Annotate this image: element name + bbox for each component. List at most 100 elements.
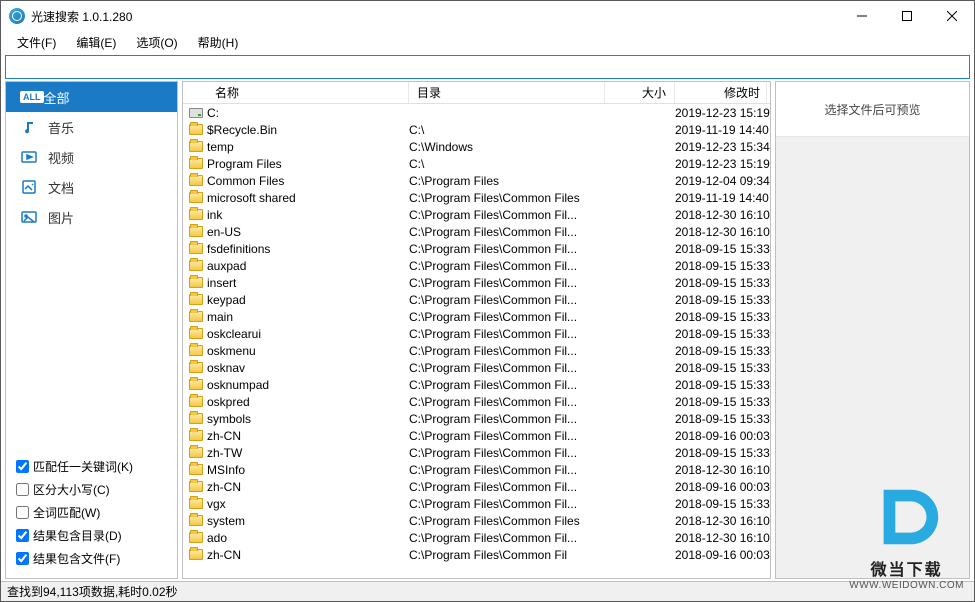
drive-icon — [189, 108, 203, 118]
search-row — [5, 55, 970, 79]
folder-icon — [189, 413, 203, 424]
folder-icon — [189, 481, 203, 492]
file-mtime: 2018-12-30 16:10: — [675, 208, 767, 222]
file-row[interactable]: Common FilesC:\Program Files2019-12-04 0… — [183, 172, 770, 189]
checkbox-whole[interactable] — [16, 506, 29, 519]
col-dir[interactable]: 目录 — [409, 82, 605, 103]
file-dir: C:\Program Files\Common Fil... — [409, 327, 605, 341]
file-row[interactable]: $Recycle.BinC:\2019-11-19 14:40: — [183, 121, 770, 138]
close-button[interactable] — [929, 1, 974, 31]
file-row[interactable]: vgxC:\Program Files\Common Fil...2018-09… — [183, 495, 770, 512]
app-icon — [9, 8, 25, 24]
file-row[interactable]: en-USC:\Program Files\Common Fil...2018-… — [183, 223, 770, 240]
file-dir: C:\Program Files\Common Fil... — [409, 310, 605, 324]
folder-icon — [189, 498, 203, 509]
file-row[interactable]: osknumpadC:\Program Files\Common Fil...2… — [183, 376, 770, 393]
col-name[interactable]: 名称 — [207, 82, 409, 103]
file-row[interactable]: Program FilesC:\2019-12-23 15:19: — [183, 155, 770, 172]
category-music[interactable]: 音乐 — [6, 112, 177, 142]
minimize-button[interactable] — [839, 1, 884, 31]
file-dir: C:\Windows — [409, 140, 605, 154]
category-doc[interactable]: 文档 — [6, 172, 177, 202]
file-row[interactable]: insertC:\Program Files\Common Fil...2018… — [183, 274, 770, 291]
folder-icon — [189, 226, 203, 237]
maximize-button[interactable] — [884, 1, 929, 31]
option-whole[interactable]: 全词匹配(W) — [16, 501, 167, 524]
file-row[interactable]: fsdefinitionsC:\Program Files\Common Fil… — [183, 240, 770, 257]
folder-icon — [189, 294, 203, 305]
file-mtime: 2018-09-16 00:03: — [675, 480, 767, 494]
file-row[interactable]: adoC:\Program Files\Common Fil...2018-12… — [183, 529, 770, 546]
video-icon — [20, 149, 38, 165]
file-list[interactable]: C:2019-12-23 15:19:$Recycle.BinC:\2019-1… — [183, 104, 770, 578]
file-row[interactable]: auxpadC:\Program Files\Common Fil...2018… — [183, 257, 770, 274]
file-name: ado — [207, 531, 409, 545]
file-name: auxpad — [207, 259, 409, 273]
folder-icon — [189, 243, 203, 254]
option-anykw[interactable]: 匹配任一关键词(K) — [16, 455, 167, 478]
file-row[interactable]: keypadC:\Program Files\Common Fil...2018… — [183, 291, 770, 308]
category-image[interactable]: 图片 — [6, 202, 177, 232]
file-row[interactable]: oskclearuiC:\Program Files\Common Fil...… — [183, 325, 770, 342]
file-name: main — [207, 310, 409, 324]
option-incdir[interactable]: 结果包含目录(D) — [16, 524, 167, 547]
file-row[interactable]: systemC:\Program Files\Common Files2018-… — [183, 512, 770, 529]
menu-edit[interactable]: 编辑(E) — [66, 32, 126, 53]
file-row[interactable]: MSInfoC:\Program Files\Common Fil...2018… — [183, 461, 770, 478]
checkbox-incfile[interactable] — [16, 552, 29, 565]
menu-option[interactable]: 选项(O) — [126, 32, 187, 53]
file-mtime: 2019-11-19 14:40: — [675, 123, 767, 137]
file-row[interactable]: zh-CNC:\Program Files\Common Fil...2018-… — [183, 427, 770, 444]
col-icon[interactable] — [183, 82, 207, 103]
folder-icon — [189, 362, 203, 373]
checkbox-case[interactable] — [16, 483, 29, 496]
category-video[interactable]: 视频 — [6, 142, 177, 172]
file-mtime: 2018-12-30 16:10: — [675, 225, 767, 239]
folder-icon — [189, 192, 203, 203]
menu-file[interactable]: 文件(F) — [7, 32, 66, 53]
file-pane: 名称 目录 大小 修改时 C:2019-12-23 15:19:$Recycle… — [182, 81, 771, 579]
option-incfile[interactable]: 结果包含文件(F) — [16, 547, 167, 570]
file-row[interactable]: oskmenuC:\Program Files\Common Fil...201… — [183, 342, 770, 359]
file-dir: C:\Program Files\Common Fil... — [409, 412, 605, 426]
category-label: 音乐 — [48, 118, 74, 137]
file-dir: C:\Program Files\Common Fil... — [409, 242, 605, 256]
file-row[interactable]: oskpredC:\Program Files\Common Fil...201… — [183, 393, 770, 410]
folder-icon — [189, 158, 203, 169]
checkbox-incdir[interactable] — [16, 529, 29, 542]
file-row[interactable]: microsoft sharedC:\Program Files\Common … — [183, 189, 770, 206]
column-header: 名称 目录 大小 修改时 — [183, 82, 770, 104]
file-row[interactable]: tempC:\Windows2019-12-23 15:34: — [183, 138, 770, 155]
file-dir: C:\ — [409, 157, 605, 171]
file-row[interactable]: zh-CNC:\Program Files\Common Fil...2018-… — [183, 478, 770, 495]
folder-icon — [189, 532, 203, 543]
file-row[interactable]: inkC:\Program Files\Common Fil...2018-12… — [183, 206, 770, 223]
checkbox-anykw[interactable] — [16, 460, 29, 473]
folder-icon — [189, 447, 203, 458]
file-name: insert — [207, 276, 409, 290]
file-name: vgx — [207, 497, 409, 511]
file-name: ink — [207, 208, 409, 222]
file-mtime: 2018-09-16 00:03: — [675, 548, 767, 562]
file-row[interactable]: symbolsC:\Program Files\Common Fil...201… — [183, 410, 770, 427]
file-row[interactable]: C:2019-12-23 15:19: — [183, 104, 770, 121]
file-row[interactable]: zh-CNC:\Program Files\Common Fil2018-09-… — [183, 546, 770, 563]
folder-icon — [189, 549, 203, 560]
titlebar: 光速搜索 1.0.1.280 — [1, 1, 974, 31]
file-dir: C:\Program Files\Common Fil... — [409, 293, 605, 307]
file-name: fsdefinitions — [207, 242, 409, 256]
folder-icon — [189, 175, 203, 186]
file-name: osknav — [207, 361, 409, 375]
file-name: zh-TW — [207, 446, 409, 460]
col-mtime[interactable]: 修改时 — [675, 82, 767, 103]
file-dir: C:\Program Files\Common Fil... — [409, 531, 605, 545]
file-row[interactable]: mainC:\Program Files\Common Fil...2018-0… — [183, 308, 770, 325]
category-all[interactable]: ALL全部 — [6, 82, 177, 112]
menu-help[interactable]: 帮助(H) — [188, 32, 249, 53]
folder-icon — [189, 209, 203, 220]
col-size[interactable]: 大小 — [605, 82, 675, 103]
option-case[interactable]: 区分大小写(C) — [16, 478, 167, 501]
search-input[interactable] — [6, 56, 969, 78]
file-row[interactable]: zh-TWC:\Program Files\Common Fil...2018-… — [183, 444, 770, 461]
file-row[interactable]: osknavC:\Program Files\Common Fil...2018… — [183, 359, 770, 376]
